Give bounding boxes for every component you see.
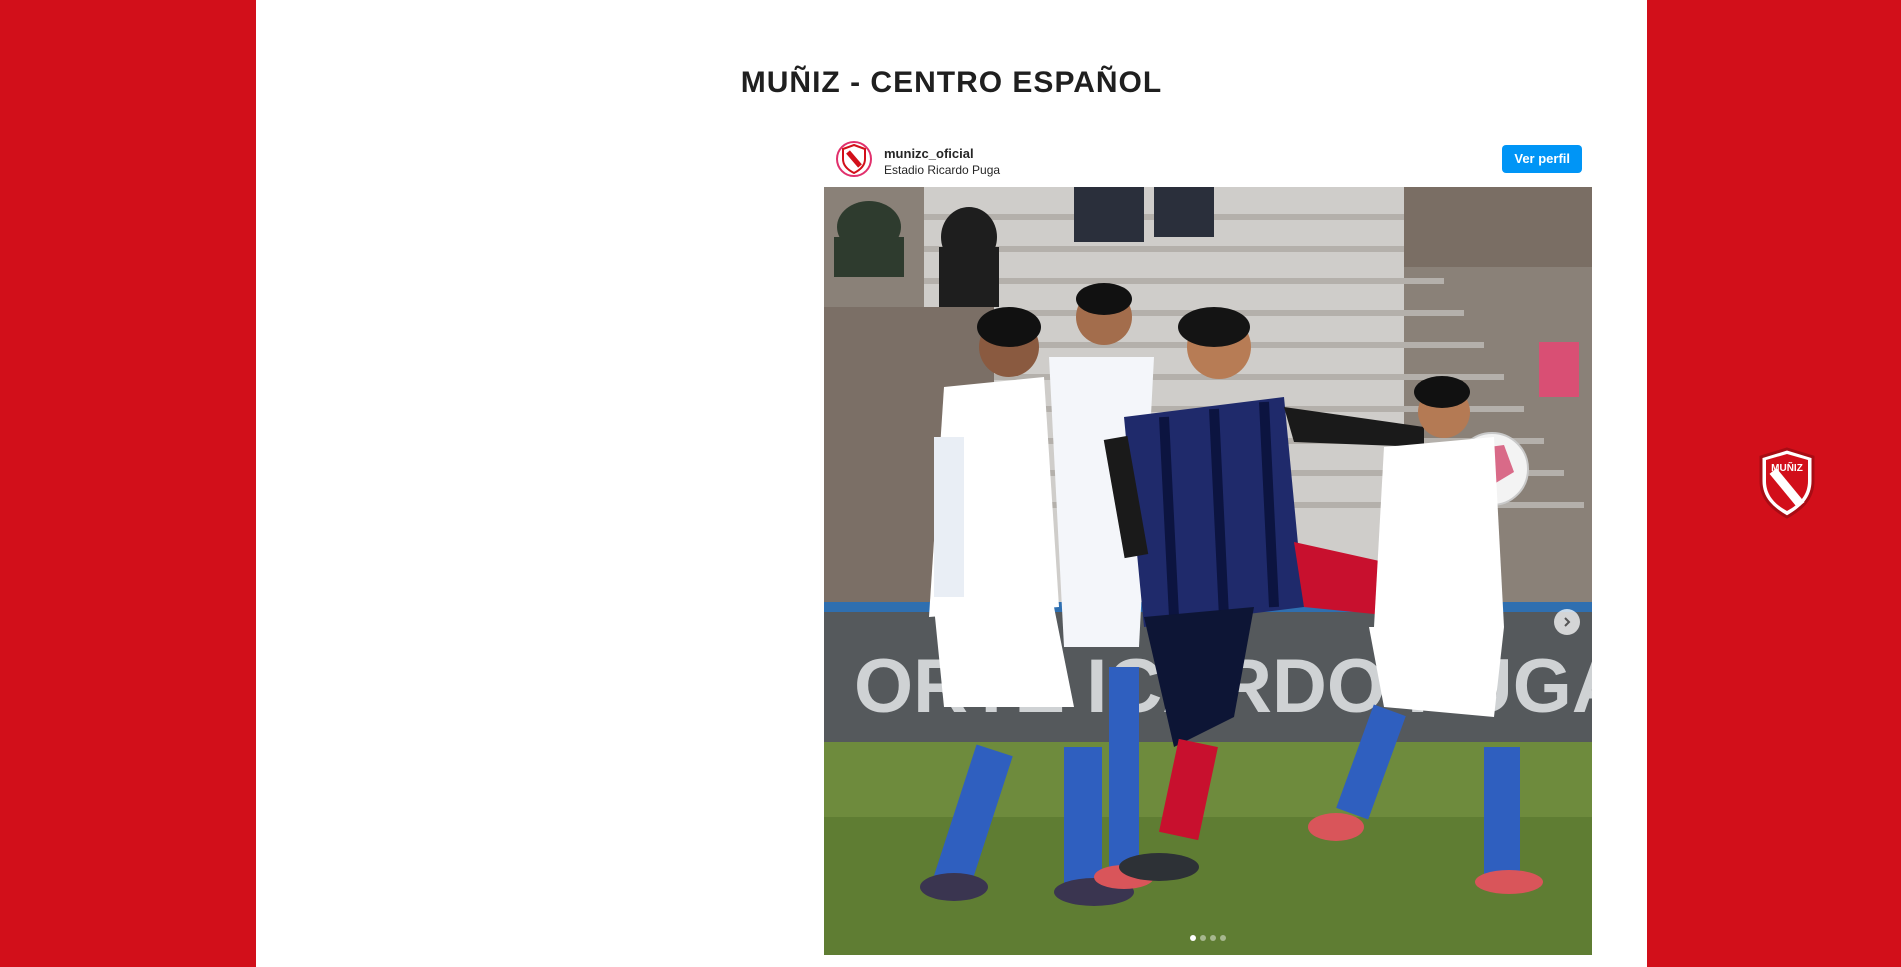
location-label[interactable]: Estadio Ricardo Puga [884,163,1000,177]
page-panel: MUÑIZ - CENTRO ESPAÑOL munizc_oficial Es… [256,0,1647,967]
carousel-dot-2[interactable] [1200,935,1206,941]
carousel-dot-1[interactable] [1190,935,1196,941]
post-photo[interactable]: ORTE ICARDO PUGA [824,187,1592,955]
match-photo-illustration: ORTE ICARDO PUGA [824,187,1592,955]
club-crest-icon [842,144,866,174]
carousel-next-button[interactable] [1554,609,1580,635]
instagram-embed: munizc_oficial Estadio Ricardo Puga Ver … [824,137,1592,955]
club-crest-icon: MUÑIZ [1759,447,1815,519]
carousel-dot-4[interactable] [1220,935,1226,941]
username[interactable]: munizc_oficial [884,146,974,161]
profile-avatar[interactable] [836,141,872,177]
page-title: MUÑIZ - CENTRO ESPAÑOL [740,66,1163,99]
embed-header: munizc_oficial Estadio Ricardo Puga Ver … [824,137,1592,187]
carousel-indicator [824,935,1592,941]
chevron-right-icon [1564,617,1571,627]
carousel-dot-3[interactable] [1210,935,1216,941]
view-profile-button[interactable]: Ver perfil [1502,145,1582,173]
crest-text: MUÑIZ [1771,461,1803,474]
